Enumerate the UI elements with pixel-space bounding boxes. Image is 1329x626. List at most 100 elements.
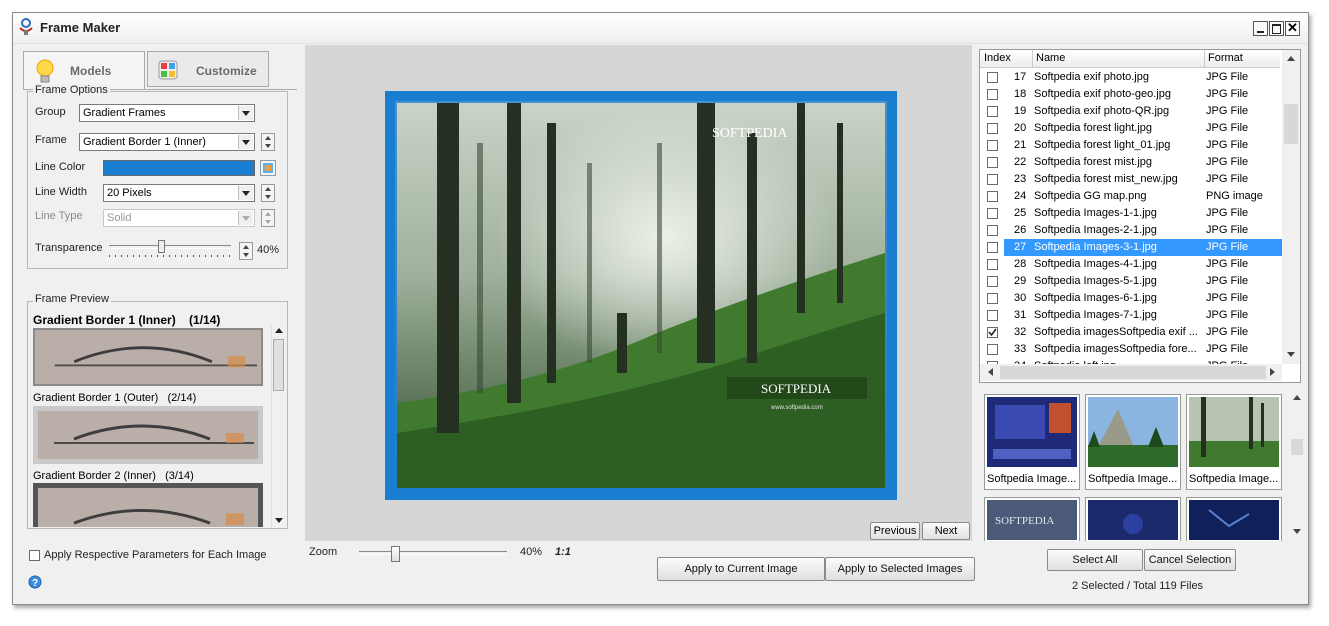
table-row[interactable]: 27 Softpedia Images-3-1.jpg JPG File — [984, 239, 1284, 256]
table-row[interactable]: 25 Softpedia Images-1-1.jpg JPG File — [984, 205, 1284, 222]
table-row[interactable]: 33 Softpedia imagesSoftpedia fore... JPG F… — [984, 341, 1284, 358]
table-row[interactable]: 22 Softpedia forest mist.jpg JPG File — [984, 154, 1284, 171]
apply-current-button[interactable]: Apply to Current Image — [657, 557, 825, 581]
thumbnail-item[interactable] — [1186, 497, 1282, 541]
app-icon — [19, 18, 33, 35]
frame-preview-thumbnail[interactable] — [33, 406, 263, 464]
file-list-rows: 17 Softpedia exif photo.jpg JPG File 18 Soft… — [980, 69, 1284, 366]
framed-image[interactable]: SOFTPEDIA SOFTPEDIA www.softpedia.com — [385, 91, 897, 500]
preview-scrollbar[interactable] — [271, 325, 286, 527]
chevron-down-icon[interactable] — [1293, 529, 1301, 534]
file-list-hscrollbar[interactable] — [980, 364, 1282, 381]
tab-customize[interactable]: Customize — [147, 51, 269, 87]
row-checkbox[interactable] — [987, 208, 998, 219]
file-list-vscrollbar[interactable] — [1282, 50, 1300, 364]
row-checkbox[interactable] — [987, 72, 998, 83]
slider-thumb[interactable] — [391, 546, 400, 562]
column-header-index[interactable]: Index — [980, 50, 1033, 67]
table-row[interactable]: 31 Softpedia Images-7-1.jpg JPG File — [984, 307, 1284, 324]
table-row[interactable]: 28 Softpedia Images-4-1.jpg JPG File — [984, 256, 1284, 273]
chevron-down-icon[interactable] — [238, 135, 253, 149]
row-checkbox[interactable] — [987, 140, 998, 151]
slider-thumb[interactable] — [158, 240, 165, 253]
table-row[interactable]: 24 Softpedia GG map.png PNG image — [984, 188, 1284, 205]
cancel-selection-button[interactable]: Cancel Selection — [1144, 549, 1236, 571]
chevron-down-icon[interactable] — [238, 186, 253, 200]
transparence-slider[interactable] — [109, 240, 231, 257]
table-row[interactable]: 23 Softpedia forest mist_new.jpg JPG File — [984, 171, 1284, 188]
chevron-right-icon[interactable] — [1270, 368, 1275, 376]
row-name: Softpedia forest light_01.jpg — [1034, 139, 1171, 151]
row-index: 30 — [1014, 292, 1027, 304]
row-checkbox[interactable] — [987, 242, 998, 253]
maximize-button[interactable] — [1269, 21, 1284, 36]
table-row[interactable]: 17 Softpedia exif photo.jpg JPG File — [984, 69, 1284, 86]
row-checkbox[interactable] — [987, 293, 998, 304]
apply-selected-button[interactable]: Apply to Selected Images — [825, 557, 975, 581]
scrollbar-thumb[interactable] — [1000, 366, 1266, 379]
frame-preview-thumbnail[interactable] — [33, 483, 263, 527]
thumbnail-item[interactable] — [1085, 497, 1181, 541]
frame-preview-thumbnail[interactable] — [33, 328, 263, 386]
row-name: Softpedia forest mist.jpg — [1034, 156, 1153, 168]
row-checkbox[interactable] — [987, 327, 998, 338]
scrollbar-thumb[interactable] — [1291, 439, 1303, 455]
table-row[interactable]: 29 Softpedia Images-5-1.jpg JPG File — [984, 273, 1284, 290]
zoom-slider[interactable] — [359, 546, 507, 563]
table-row[interactable]: 32 Softpedia imagesSoftpedia exif ... JPG … — [984, 324, 1284, 341]
help-icon[interactable]: ? — [28, 575, 42, 589]
table-row[interactable]: 26 Softpedia Images-2-1.jpg JPG File — [984, 222, 1284, 239]
next-button[interactable]: Next — [922, 522, 970, 540]
chevron-up-icon[interactable] — [1287, 56, 1295, 61]
row-checkbox[interactable] — [987, 157, 998, 168]
frame-select[interactable]: Gradient Border 1 (Inner) — [79, 133, 255, 151]
actual-size-button[interactable]: 1:1 — [555, 546, 571, 558]
thumbnail-item[interactable]: SOFTPEDIA — [984, 497, 1080, 541]
row-checkbox[interactable] — [987, 191, 998, 202]
color-picker-button[interactable] — [260, 160, 276, 176]
chevron-down-icon[interactable] — [275, 518, 283, 523]
gallery-scrollbar[interactable] — [1289, 389, 1305, 541]
thumbnail-item[interactable]: Softpedia Image... — [1186, 394, 1282, 490]
row-format: JPG File — [1206, 71, 1249, 83]
line-width-select[interactable]: 20 Pixels — [103, 184, 255, 202]
line-color-swatch[interactable] — [103, 160, 255, 176]
column-header-format[interactable]: Format — [1204, 50, 1280, 67]
chevron-down-icon[interactable] — [1287, 352, 1295, 357]
row-checkbox[interactable] — [987, 276, 998, 287]
previous-button[interactable]: Previous — [870, 522, 920, 540]
row-checkbox[interactable] — [987, 344, 998, 355]
row-checkbox[interactable] — [987, 123, 998, 134]
table-row[interactable]: 18 Softpedia exif photo-geo.jpg JPG File — [984, 86, 1284, 103]
minimize-button[interactable] — [1253, 21, 1268, 36]
table-row[interactable]: 20 Softpedia forest light.jpg JPG File — [984, 120, 1284, 137]
close-button[interactable]: ✕ — [1285, 20, 1300, 36]
column-header-name[interactable]: Name — [1032, 50, 1205, 67]
row-checkbox[interactable] — [987, 89, 998, 100]
row-checkbox[interactable] — [987, 106, 998, 117]
chevron-up-icon[interactable] — [275, 328, 283, 333]
select-all-button[interactable]: Select All — [1047, 549, 1143, 571]
row-checkbox[interactable] — [987, 174, 998, 185]
table-row[interactable]: 19 Softpedia exif photo-QR.jpg JPG File — [984, 103, 1284, 120]
line-width-value: 20 Pixels — [107, 187, 152, 199]
title-bar[interactable]: Frame Maker ✕ — [13, 13, 1308, 44]
thumbnail-item[interactable]: Softpedia Image... — [984, 394, 1080, 490]
row-checkbox[interactable] — [987, 259, 998, 270]
scrollbar-thumb[interactable] — [1284, 104, 1298, 144]
table-row[interactable]: 21 Softpedia forest light_01.jpg JPG File — [984, 137, 1284, 154]
chevron-left-icon[interactable] — [988, 368, 993, 376]
table-row[interactable]: 30 Softpedia Images-6-1.jpg JPG File — [984, 290, 1284, 307]
svg-text:SOFTPEDIA: SOFTPEDIA — [995, 515, 1054, 527]
row-checkbox[interactable] — [987, 225, 998, 236]
row-checkbox[interactable] — [987, 310, 998, 321]
group-select[interactable]: Gradient Frames — [79, 104, 255, 122]
line-width-spinner[interactable] — [261, 184, 275, 202]
scrollbar-thumb[interactable] — [273, 339, 284, 391]
frame-spinner[interactable] — [261, 133, 275, 151]
chevron-up-icon[interactable] — [1293, 395, 1301, 400]
chevron-down-icon[interactable] — [238, 106, 253, 120]
transparence-spinner[interactable] — [239, 242, 253, 260]
apply-each-checkbox[interactable] — [29, 550, 40, 561]
thumbnail-item[interactable]: Softpedia Image... — [1085, 394, 1181, 490]
